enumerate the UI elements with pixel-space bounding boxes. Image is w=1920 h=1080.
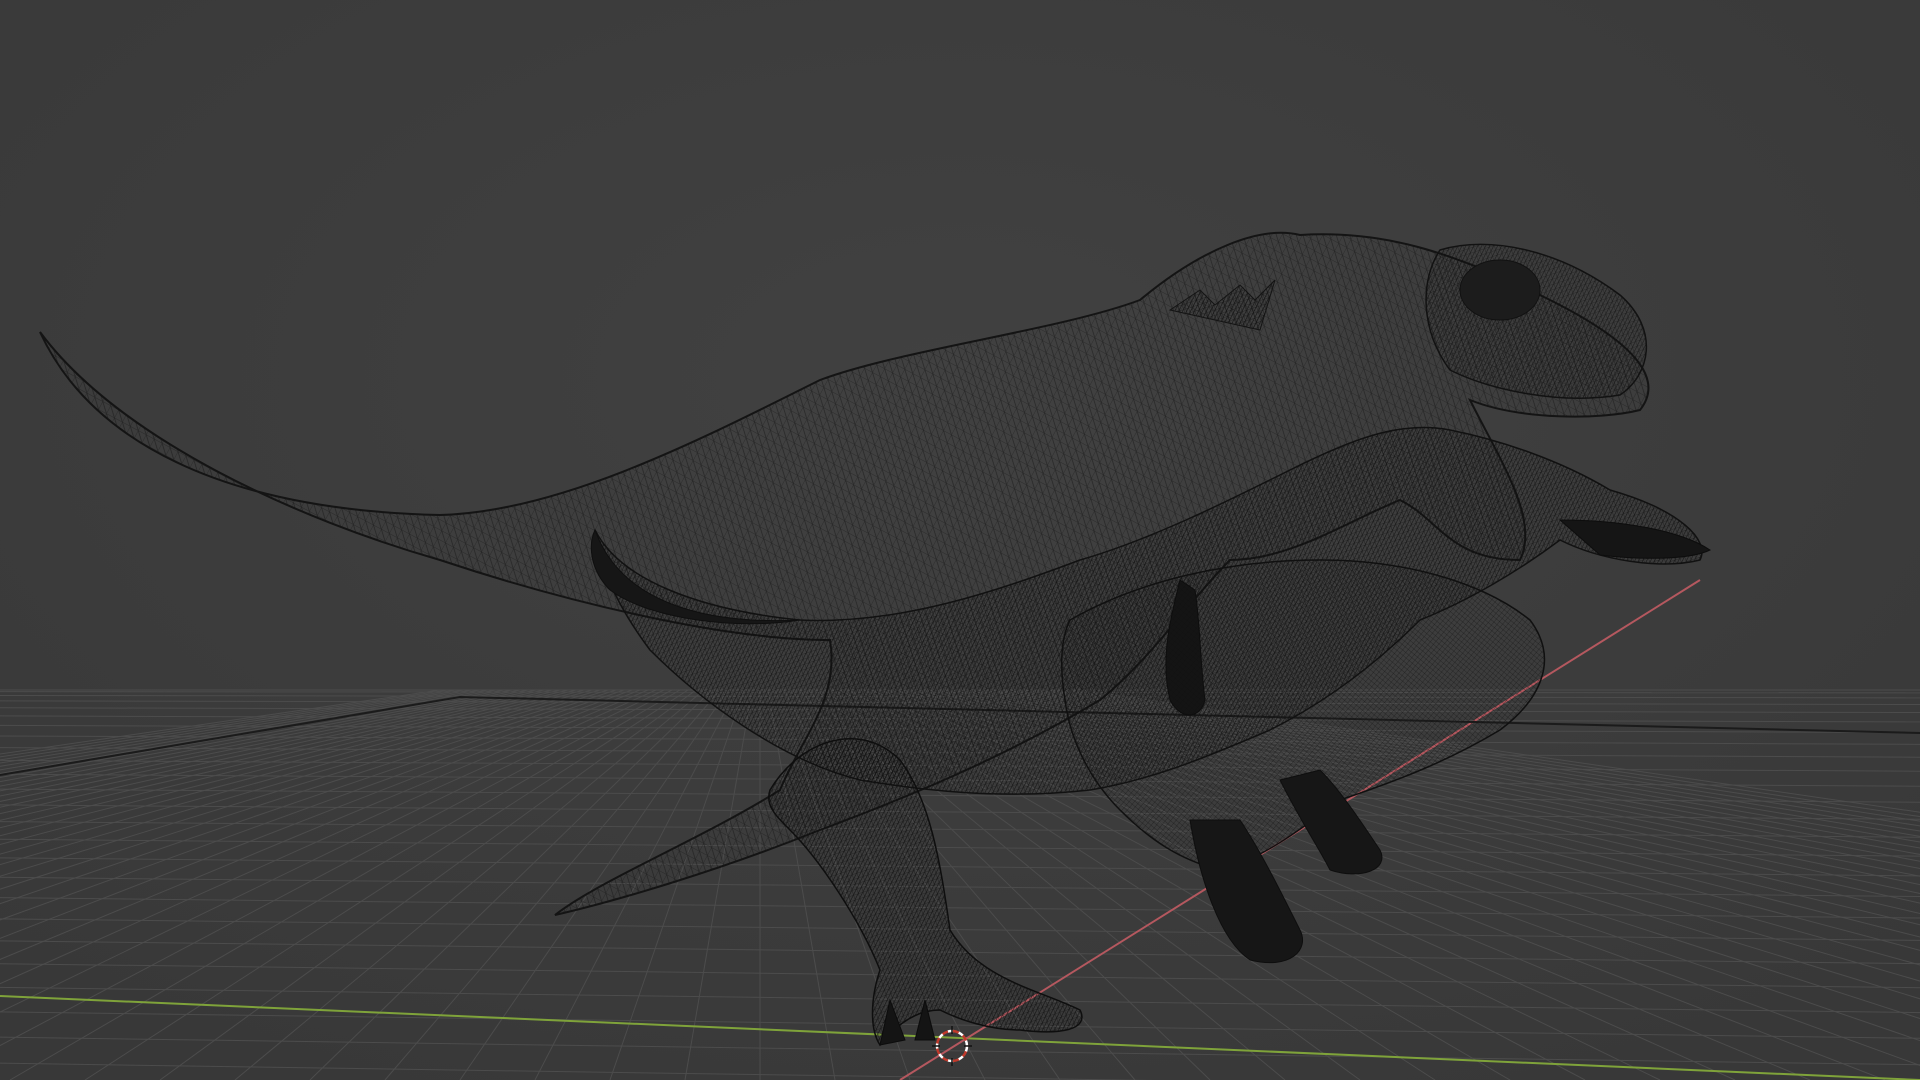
- 3d-viewport[interactable]: [0, 0, 1920, 1080]
- viewport-canvas[interactable]: [0, 0, 1920, 1080]
- t-rex-eye-socket: [1459, 259, 1541, 321]
